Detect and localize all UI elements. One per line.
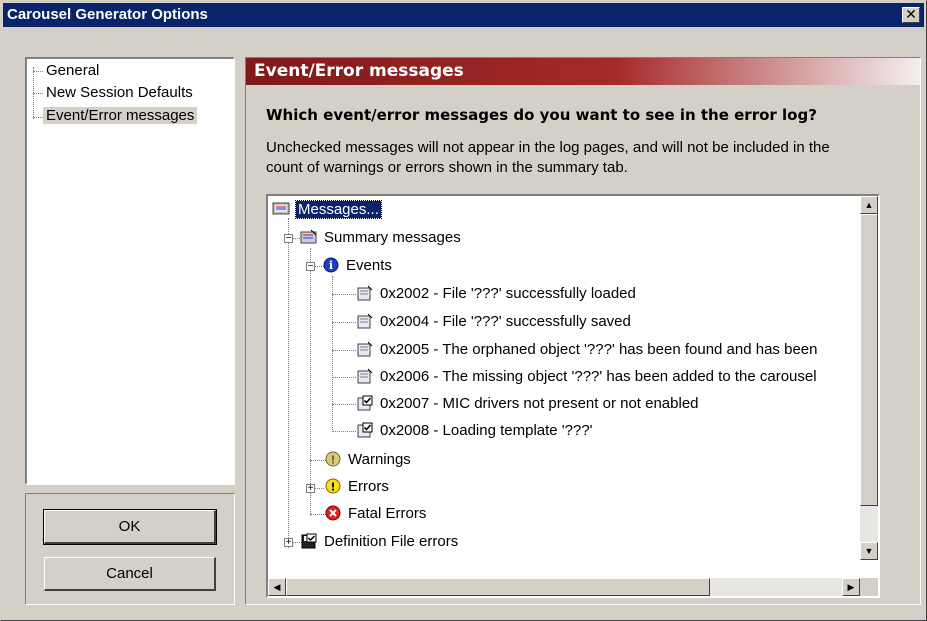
nav-item-label: New Session Defaults <box>46 84 193 101</box>
svg-text:i: i <box>329 259 333 272</box>
tree-node-definition-file-errors[interactable]: Definition File errors <box>300 532 458 552</box>
scroll-right-button[interactable]: ▶ <box>842 578 860 596</box>
tree-node-label: Summary messages <box>324 229 461 246</box>
warning-icon: ! <box>324 451 342 467</box>
tree-line <box>332 350 356 351</box>
nav-item-new-session-defaults[interactable]: New Session Defaults <box>43 83 196 103</box>
options-window: Carousel Generator Options ✕ General New… <box>0 0 927 621</box>
event-item[interactable]: 0x2002 - File '???' successfully loaded <box>356 284 636 304</box>
error-icon: ! <box>324 478 342 494</box>
horizontal-scroll-thumb[interactable] <box>286 578 710 596</box>
tree-node-label: Events <box>346 257 392 274</box>
scroll-up-button[interactable]: ▲ <box>860 196 878 214</box>
vertical-scroll-thumb[interactable] <box>860 214 878 506</box>
description-line: Unchecked messages will not appear in th… <box>266 139 830 156</box>
svg-text:!: ! <box>330 481 335 494</box>
unchecked-message-icon <box>356 368 374 384</box>
window-title: Carousel Generator Options <box>7 6 208 23</box>
tree-line <box>332 322 356 323</box>
definition-file-icon <box>300 533 318 549</box>
nav-item-label: General <box>46 62 100 79</box>
tree-root[interactable]: Messages... <box>272 200 382 220</box>
close-icon: ✕ <box>905 6 917 22</box>
arrow-up-icon: ▲ <box>864 200 874 210</box>
title-bar[interactable]: Carousel Generator Options ✕ <box>3 3 924 27</box>
collapse-toggle[interactable]: − <box>306 262 315 272</box>
event-item[interactable]: 0x2005 - The orphaned object '???' has b… <box>356 340 817 360</box>
tree-node-fatal-errors[interactable]: Fatal Errors <box>324 504 426 524</box>
tree-node-label: 0x2002 - File '???' successfully loaded <box>380 285 636 302</box>
fatal-error-icon <box>324 505 342 521</box>
vertical-scrollbar[interactable]: ▲ ▼ <box>860 196 878 560</box>
nav-tree-line <box>33 71 43 72</box>
tree-line <box>332 377 356 378</box>
options-nav-tree: General New Session Defaults Event/Error… <box>25 57 235 485</box>
unchecked-message-icon <box>356 341 374 357</box>
tree-node-label: Definition File errors <box>324 533 459 550</box>
panel-description: Unchecked messages will not appear in th… <box>266 138 906 178</box>
unchecked-message-icon <box>356 285 374 301</box>
tree-node-label: 0x2006 - The missing object '???' has be… <box>380 368 817 385</box>
scroll-down-button[interactable]: ▼ <box>860 542 878 560</box>
tree-line <box>332 431 356 432</box>
event-item[interactable]: 0x2007 - MIC drivers not present or not … <box>356 394 699 414</box>
checked-message-icon <box>356 422 374 438</box>
unchecked-message-icon <box>356 313 374 329</box>
tree-node-label: Warnings <box>348 451 411 468</box>
close-button[interactable]: ✕ <box>902 7 920 23</box>
nav-item-label: Event/Error messages <box>43 107 198 124</box>
checked-message-icon <box>356 395 374 411</box>
arrow-right-icon: ▶ <box>847 582 855 592</box>
tree-node-label: Errors <box>348 478 389 495</box>
tree-node-label: 0x2007 - MIC drivers not present or not … <box>380 395 699 412</box>
tree-node-events[interactable]: i Events <box>322 256 392 276</box>
tree-line <box>332 404 356 405</box>
tree-line <box>332 294 356 295</box>
horizontal-scrollbar[interactable]: ◀ ▶ <box>268 578 860 596</box>
arrow-down-icon: ▼ <box>864 546 874 556</box>
info-icon: i <box>322 257 340 273</box>
panel-question: Which event/error messages do you want t… <box>266 106 817 124</box>
collapse-toggle[interactable]: − <box>284 234 293 244</box>
tree-line <box>288 218 289 548</box>
expand-toggle[interactable]: + <box>284 538 293 548</box>
tree-node-label: Messages... <box>295 200 382 219</box>
tree-node-label: 0x2005 - The orphaned object '???' has b… <box>380 341 818 358</box>
panel-header: Event/Error messages <box>246 58 920 85</box>
arrow-left-icon: ◀ <box>273 582 281 592</box>
svg-text:!: ! <box>330 454 335 467</box>
event-item[interactable]: 0x2006 - The missing object '???' has be… <box>356 367 817 387</box>
nav-tree-line <box>33 117 43 118</box>
event-item[interactable]: 0x2008 - Loading template '???' <box>356 421 593 441</box>
tree-node-summary[interactable]: Summary messages <box>300 228 461 248</box>
messages-icon <box>272 201 290 217</box>
nav-tree-line <box>33 93 43 94</box>
messages-tree[interactable]: Messages... − Summary messages − i Event… <box>266 194 880 598</box>
tree-node-errors[interactable]: ! Errors <box>324 477 389 497</box>
settings-panel: Event/Error messages Which event/error m… <box>245 57 921 605</box>
summary-icon <box>300 229 318 245</box>
expand-toggle[interactable]: + <box>306 484 315 494</box>
description-line: count of warnings or errors shown in the… <box>266 159 628 176</box>
tree-node-label: 0x2008 - Loading template '???' <box>380 422 593 439</box>
event-item[interactable]: 0x2004 - File '???' successfully saved <box>356 312 631 332</box>
ok-button[interactable]: OK <box>43 509 217 545</box>
nav-item-general[interactable]: General <box>43 61 102 81</box>
tree-node-warnings[interactable]: ! Warnings <box>324 450 411 470</box>
scrollbar-corner <box>860 578 878 596</box>
scroll-left-button[interactable]: ◀ <box>268 578 286 596</box>
tree-node-label: Fatal Errors <box>348 505 427 522</box>
tree-node-label: 0x2004 - File '???' successfully saved <box>380 313 631 330</box>
cancel-button[interactable]: Cancel <box>44 557 216 591</box>
tree-line <box>332 276 333 432</box>
dialog-buttons-group: OK Cancel <box>25 493 235 605</box>
tree-line <box>310 248 311 516</box>
nav-item-event-error-messages[interactable]: Event/Error messages <box>43 106 198 126</box>
